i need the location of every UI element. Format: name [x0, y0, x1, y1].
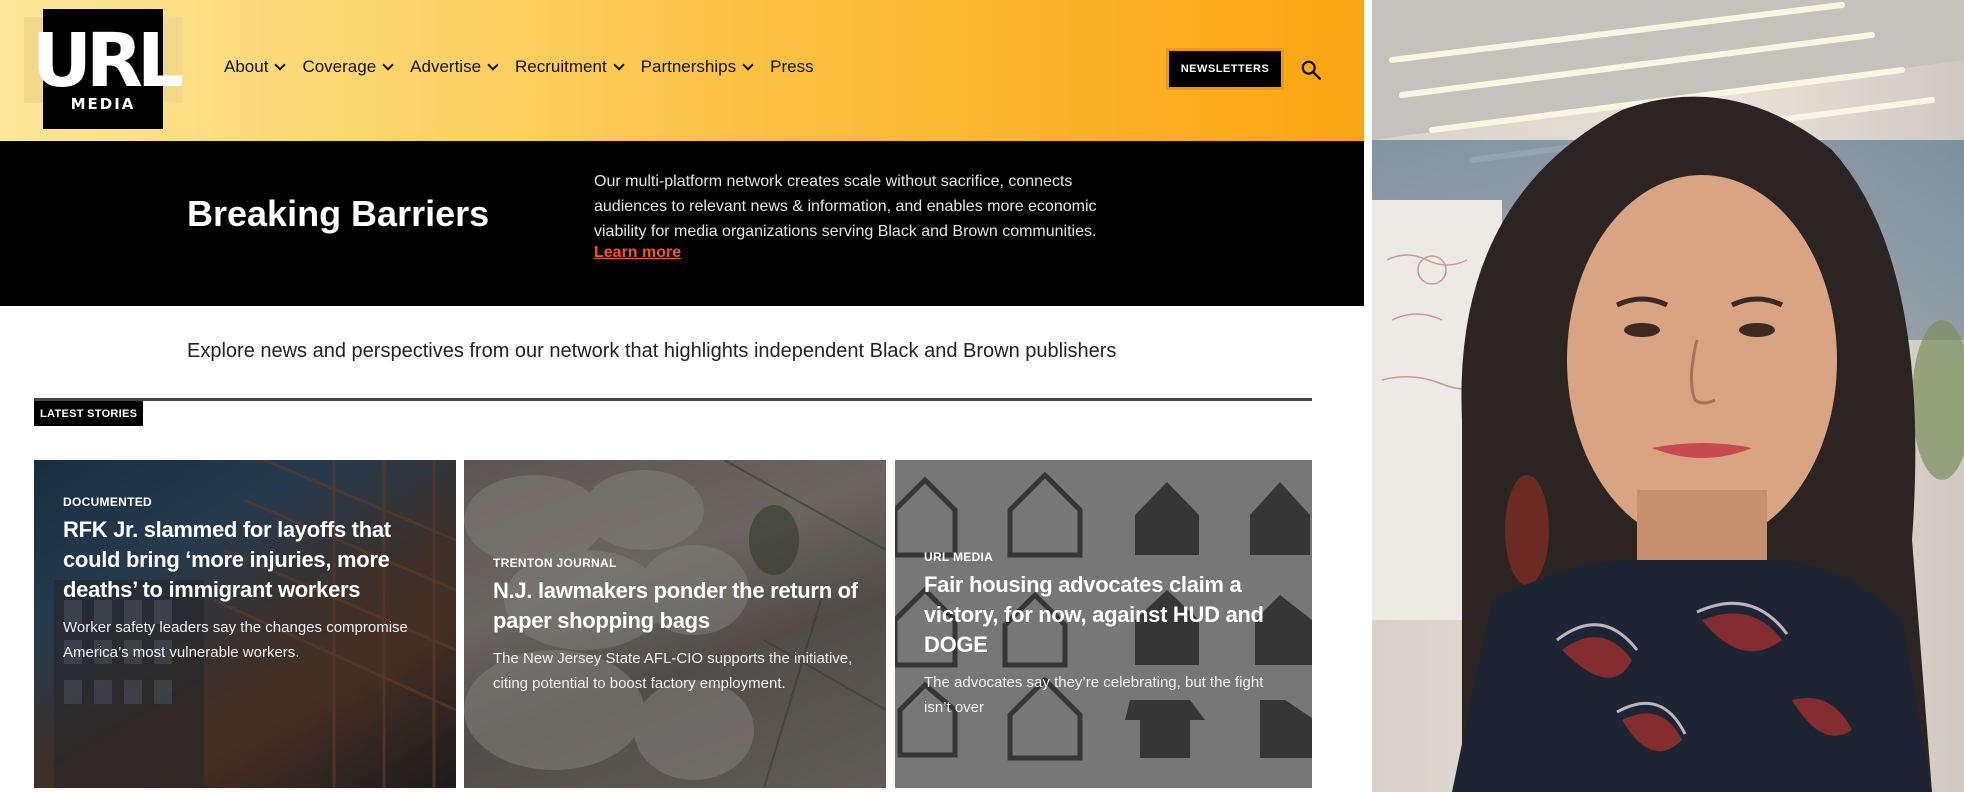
chevron-down-icon — [742, 59, 754, 71]
learn-more-link[interactable]: Learn more — [594, 244, 681, 262]
woman-portrait-image — [1372, 0, 1964, 792]
story-title[interactable]: Fair housing advocates claim a victory, … — [924, 570, 1292, 660]
portrait-photo — [1372, 0, 1964, 792]
nav-item-label: Partnerships — [640, 57, 737, 76]
nav-item-label: Press — [770, 57, 814, 76]
hero-banner: Breaking Barriers Our multi-platform net… — [0, 141, 1364, 306]
story-card[interactable]: URL MEDIA Fair housing advocates claim a… — [895, 460, 1312, 788]
story-content: URL MEDIA Fair housing advocates claim a… — [924, 550, 1292, 720]
story-content: TRENTON JOURNAL N.J. lawmakers ponder th… — [493, 556, 866, 696]
nav-item-label: Advertise — [410, 57, 482, 76]
chevron-down-icon — [382, 59, 394, 71]
search-icon[interactable] — [1300, 59, 1322, 81]
site-header: URL MEDIA About Coverage Advertise Recru… — [0, 0, 1364, 141]
network-tagline: Explore news and perspectives from our n… — [187, 340, 1117, 362]
nav-item-recruitment[interactable]: Recruitment — [515, 56, 625, 78]
nav-item-partnerships[interactable]: Partnerships — [640, 56, 754, 78]
logo-sub: MEDIA — [70, 95, 136, 113]
story-publisher: TRENTON JOURNAL — [493, 556, 617, 570]
nav-item-label: Recruitment — [515, 57, 607, 76]
nav-item-press[interactable]: Press — [770, 56, 813, 78]
story-dek: Worker safety leaders say the changes co… — [63, 619, 408, 661]
story-publisher: DOCUMENTED — [63, 495, 152, 509]
url-media-logo[interactable]: URL MEDIA — [24, 9, 188, 129]
nav-item-advertise[interactable]: Advertise — [410, 56, 499, 78]
chevron-down-icon — [274, 59, 287, 71]
story-title[interactable]: RFK Jr. slammed for layoffs that could b… — [63, 515, 436, 605]
story-title[interactable]: N.J. lawmakers ponder the return of pape… — [493, 576, 866, 636]
story-publisher: URL MEDIA — [924, 550, 994, 564]
story-dek: The advocates say they’re celebrating, b… — [924, 674, 1264, 716]
story-card[interactable]: TRENTON JOURNAL N.J. lawmakers ponder th… — [464, 460, 886, 788]
story-card[interactable]: DOCUMENTED RFK Jr. slammed for layoffs t… — [34, 460, 456, 788]
website-panel: URL MEDIA About Coverage Advertise Recru… — [0, 0, 1364, 792]
chevron-down-icon — [613, 59, 625, 71]
nav-item-about[interactable]: About — [224, 56, 287, 78]
story-cards: DOCUMENTED RFK Jr. slammed for layoffs t… — [34, 460, 1312, 788]
nav-item-label: Coverage — [302, 57, 377, 76]
nav-item-coverage[interactable]: Coverage — [302, 56, 394, 78]
nav-item-label: About — [224, 57, 269, 76]
latest-stories-label: LATEST STORIES — [34, 401, 144, 426]
hero-description: Our multi-platform network creates scale… — [594, 173, 1097, 240]
logo-word: URL — [31, 18, 184, 104]
newsletters-button[interactable]: NEWSLETTERS — [1166, 48, 1284, 90]
section-divider — [34, 398, 1312, 401]
hero-title: Breaking Barriers — [187, 193, 490, 234]
story-content: DOCUMENTED RFK Jr. slammed for layoffs t… — [63, 495, 436, 665]
story-dek: The New Jersey State AFL-CIO supports th… — [493, 650, 853, 692]
main-nav: About Coverage Advertise Recruitment Par… — [224, 56, 832, 78]
chevron-down-icon — [487, 59, 499, 71]
